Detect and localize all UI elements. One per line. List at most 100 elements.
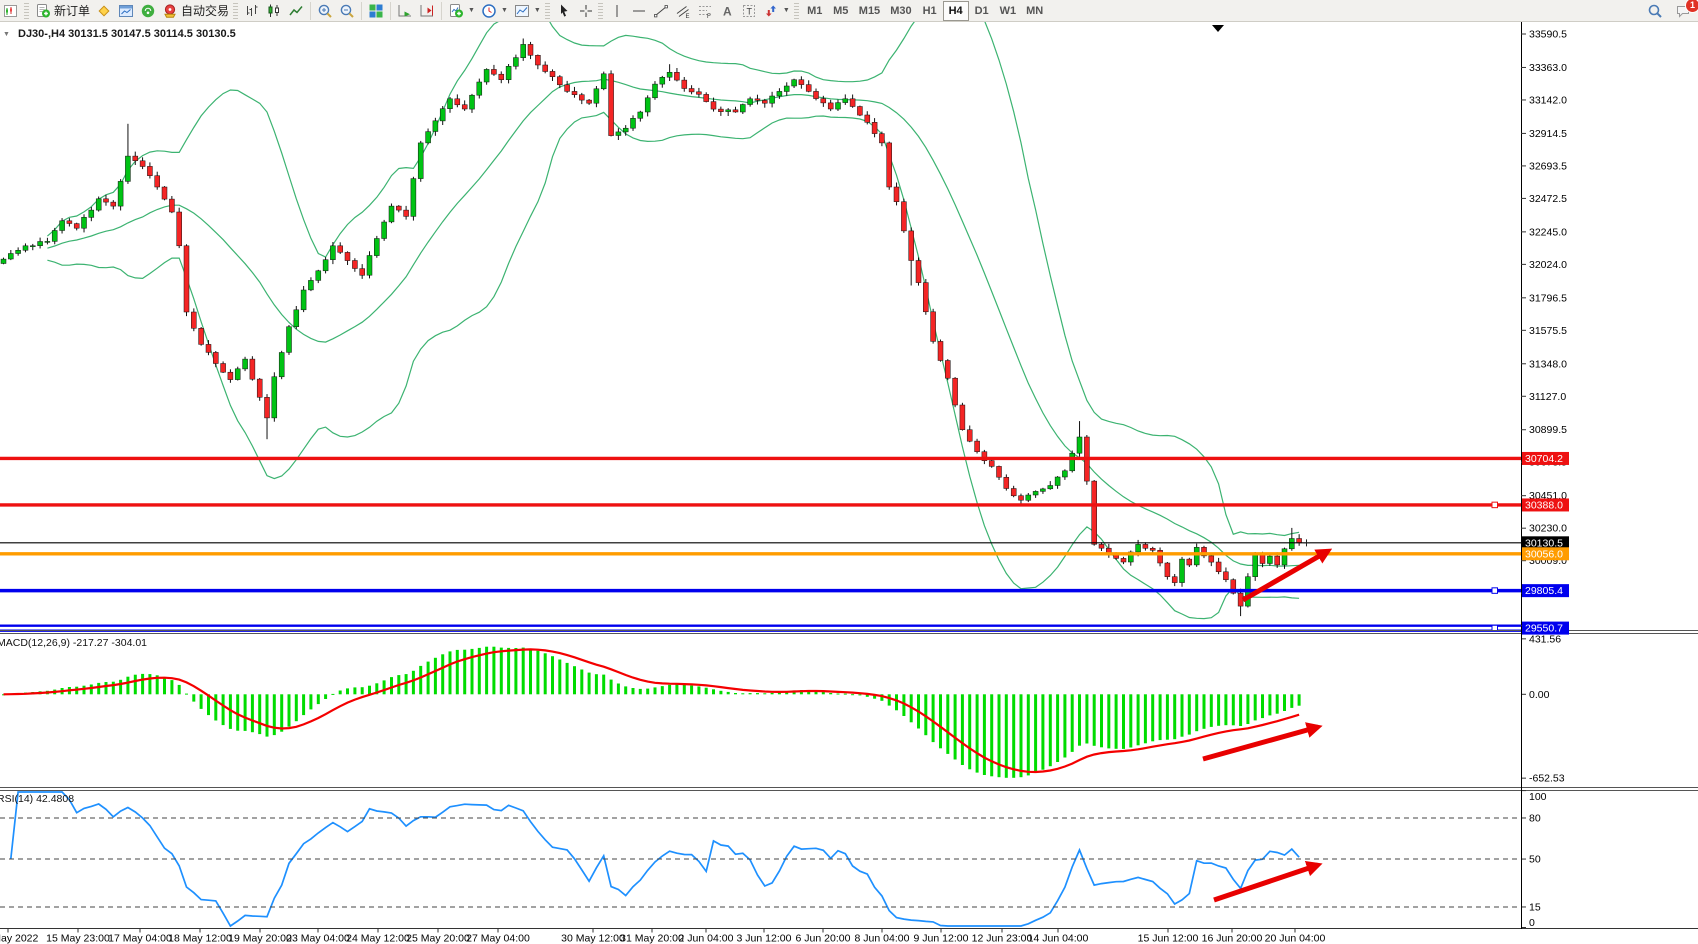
trend-arrows[interactable]: [1203, 551, 1328, 900]
history-center-button[interactable]: [93, 1, 115, 21]
text-tool-button[interactable]: A: [716, 1, 738, 21]
new-order-button[interactable]: 新订单: [32, 1, 93, 21]
zoom-out-button[interactable]: [336, 1, 358, 21]
level-handle[interactable]: [1492, 625, 1498, 631]
toolbar-separator: [441, 2, 442, 20]
trendline-tool-button[interactable]: [650, 1, 672, 21]
signal-icon: [140, 3, 156, 19]
notifications-button[interactable]: 1: [1672, 1, 1694, 21]
signals-button[interactable]: [137, 1, 159, 21]
time-tick: 30 May 12:00: [561, 933, 625, 944]
notification-badge: 1: [1686, 0, 1698, 12]
time-tick: 9 Jun 12:00: [914, 933, 969, 944]
macd-label: MACD(12,26,9) -217.27 -304.01: [0, 637, 147, 649]
line-chart-type-button[interactable]: [285, 1, 307, 21]
chart-canvas[interactable]: 431.560.00-652.53 1008050150 33590.53336…: [0, 22, 1698, 944]
chart-shift-marker[interactable]: [1212, 25, 1224, 32]
timeframe-M1[interactable]: M1: [802, 1, 828, 21]
text-a-icon: A: [719, 3, 735, 19]
fibonacci-tool-button[interactable]: F: [694, 1, 716, 21]
indicators-button[interactable]: ▼: [445, 1, 478, 21]
vertical-line-tool-button[interactable]: [606, 1, 628, 21]
shapes-arrows-icon: [763, 3, 779, 19]
rsi-trend-arrow[interactable]: [1214, 865, 1318, 900]
timeframe-H1[interactable]: H1: [917, 1, 943, 21]
timeframe-M15[interactable]: M15: [854, 1, 885, 21]
zoom-in-button[interactable]: [314, 1, 336, 21]
svg-text:30388.0: 30388.0: [1525, 499, 1563, 511]
macd-tick: -652.53: [1529, 773, 1565, 785]
toolbar-grip: [233, 3, 238, 19]
time-tick: 27 May 04:00: [466, 933, 530, 944]
rsi-pane[interactable]: 1008050150: [0, 791, 1547, 929]
level-handle[interactable]: [1492, 588, 1498, 594]
time-tick: 20 Jun 04:00: [1265, 933, 1326, 944]
equidistant-channel-tool-button[interactable]: E: [672, 1, 694, 21]
svg-text:F: F: [707, 14, 711, 19]
symbol-dropdown-caret[interactable]: ▼: [3, 31, 10, 38]
time-tick: 3 Jun 12:00: [737, 933, 792, 944]
vertical-line-icon: [609, 3, 625, 19]
timeframe-D1[interactable]: D1: [969, 1, 995, 21]
bar-chart-type-button[interactable]: [241, 1, 263, 21]
crosshair-button[interactable]: [575, 1, 597, 21]
search-icon: [1647, 3, 1663, 19]
candlestick-type-button[interactable]: [263, 1, 285, 21]
periods-button[interactable]: ▼: [478, 1, 511, 21]
price-tick: 33590.5: [1529, 29, 1567, 41]
time-tick: 12 Jun 23:00: [972, 933, 1033, 944]
time-tick: 16 Jun 20:00: [1202, 933, 1263, 944]
toolbar-separator: [390, 2, 391, 20]
search-button[interactable]: [1644, 1, 1666, 21]
autotrading-button[interactable]: 自动交易: [159, 1, 232, 21]
macd-pane[interactable]: 431.560.00-652.53: [2, 633, 1565, 784]
timeframe-MN[interactable]: MN: [1021, 1, 1048, 21]
time-tick: 15 May 23:00: [46, 933, 110, 944]
price-tick: 31127.0: [1529, 391, 1566, 403]
price-tick: 31348.0: [1529, 358, 1567, 370]
rsi-label: RSI(14) 42.4808: [0, 793, 74, 805]
price-tick: 31575.5: [1529, 325, 1567, 337]
timeframe-W1[interactable]: W1: [995, 1, 1022, 21]
market-watch-button[interactable]: [115, 1, 137, 21]
text-label-icon: T: [741, 3, 757, 19]
cursor-icon: [556, 3, 572, 19]
tile-windows-button[interactable]: [365, 1, 387, 21]
time-axis[interactable]: 13 May 202215 May 23:0017 May 04:0018 Ma…: [0, 929, 1326, 944]
last-price-marker: [1303, 539, 1310, 546]
chart-window-icon-button[interactable]: [1, 1, 23, 21]
timeframe-M30[interactable]: M30: [885, 1, 916, 21]
price-tick: 30230.0: [1529, 523, 1567, 535]
market-window-icon: [118, 3, 134, 19]
rsi-tick: 50: [1529, 854, 1541, 866]
mt4-window: { "toolbar": { "new_order_label": "新订单",…: [0, 0, 1698, 944]
chevron-down-icon: ▼: [468, 7, 475, 14]
cursor-button[interactable]: [553, 1, 575, 21]
rsi-tick: 100: [1529, 791, 1547, 803]
arrows-tool-button[interactable]: ▼: [760, 1, 793, 21]
level-handle[interactable]: [1492, 502, 1498, 508]
price-tick: 33142.0: [1529, 94, 1567, 106]
timeframe-H4[interactable]: H4: [943, 1, 969, 21]
toolbar-grip: [545, 3, 550, 19]
price-tick: 32693.5: [1529, 160, 1567, 172]
chevron-down-icon: ▼: [783, 7, 790, 14]
templates-button[interactable]: ▼: [511, 1, 544, 21]
horizontal-line-tool-button[interactable]: [628, 1, 650, 21]
tile-windows-icon: [368, 3, 384, 19]
time-tick: 25 May 20:00: [406, 933, 470, 944]
timeframe-M5[interactable]: M5: [828, 1, 854, 21]
price-tick: 30899.5: [1529, 424, 1567, 436]
auto-scroll-button[interactable]: [394, 1, 416, 21]
svg-text:30056.0: 30056.0: [1525, 548, 1563, 560]
time-tick: 13 May 2022: [0, 933, 39, 944]
trendline-icon: [653, 3, 669, 19]
macd-tick: 0.00: [1529, 689, 1550, 701]
fibonacci-icon: F: [697, 3, 713, 19]
autotrading-label: 自动交易: [181, 2, 229, 19]
chart-shift-button[interactable]: [416, 1, 438, 21]
price-pane[interactable]: [0, 22, 1698, 929]
rsi-tick: 0: [1529, 917, 1535, 929]
text-label-tool-button[interactable]: T: [738, 1, 760, 21]
time-tick: 15 Jun 12:00: [1138, 933, 1199, 944]
